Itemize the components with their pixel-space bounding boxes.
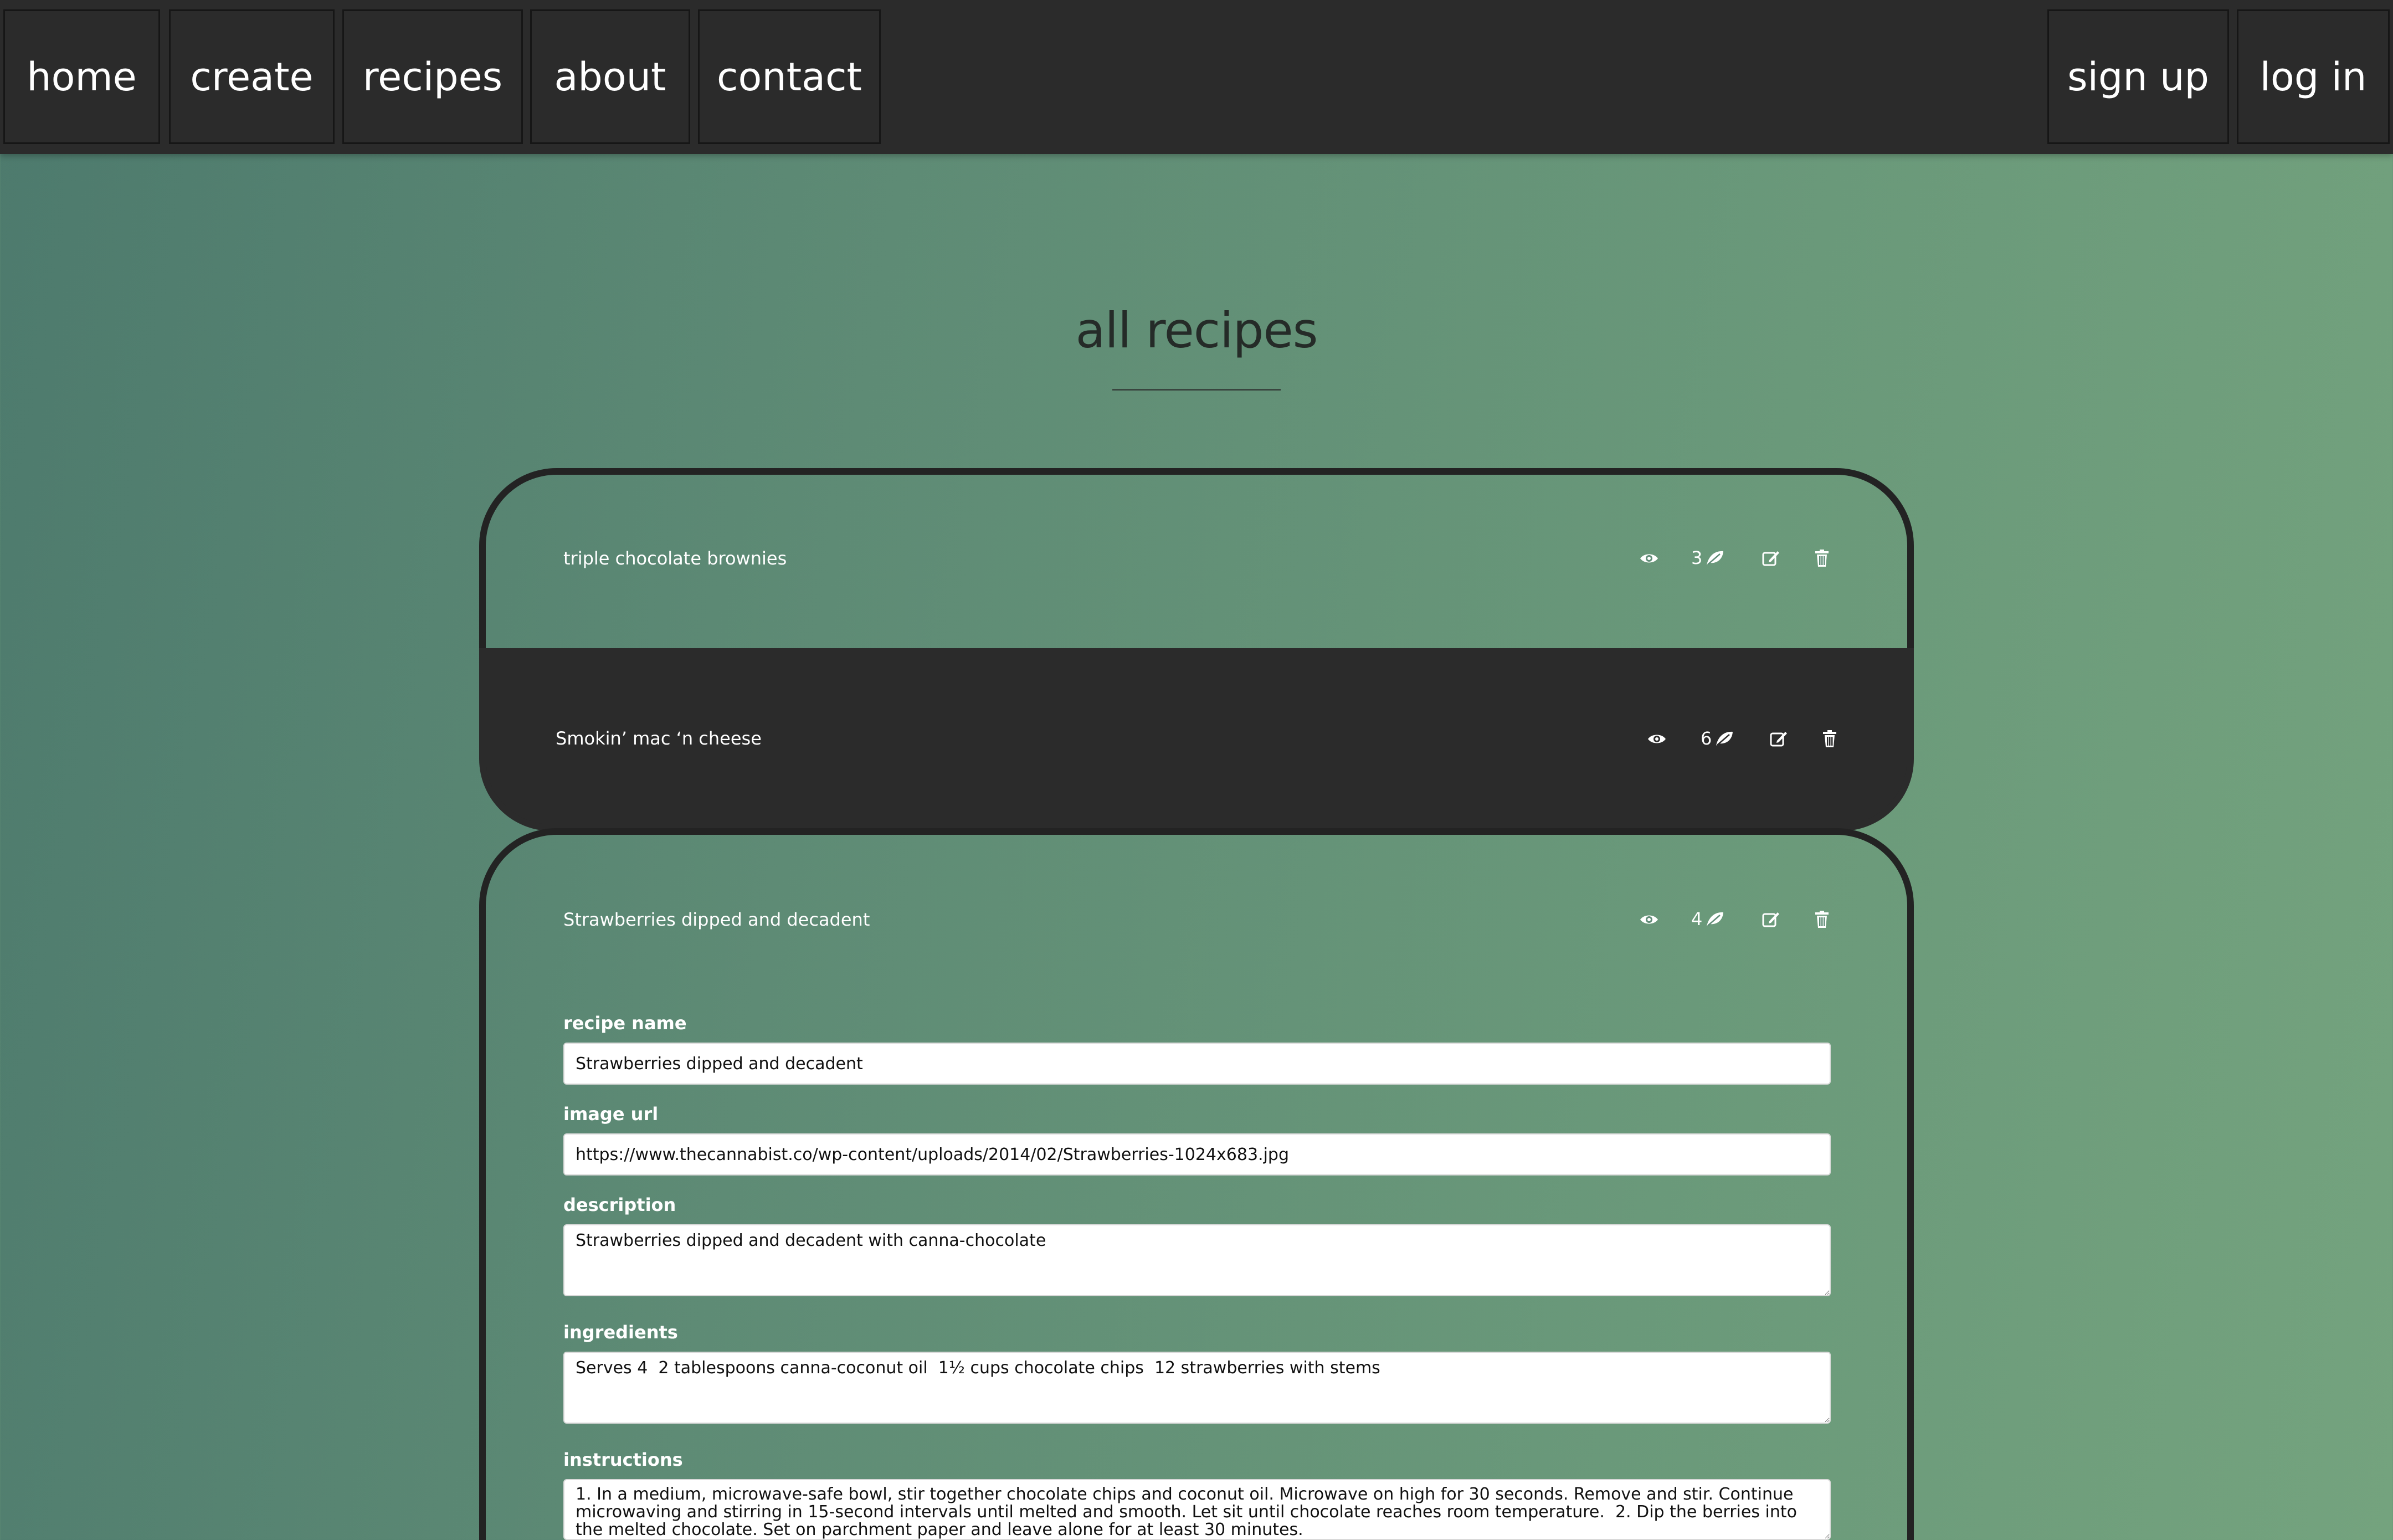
- image-url-input[interactable]: [563, 1133, 1831, 1175]
- title-underline: [1112, 389, 1281, 391]
- top-nav: home create recipes about contact sign u…: [0, 0, 2393, 154]
- trash-icon[interactable]: [1820, 728, 1840, 750]
- rating-count: 6: [1701, 728, 1712, 749]
- rating: 6: [1701, 728, 1734, 749]
- edit-icon[interactable]: [1760, 547, 1782, 569]
- rating: 3: [1691, 547, 1724, 568]
- rating: 4: [1691, 908, 1724, 930]
- instructions-textarea[interactable]: 1. In a medium, microwave-safe bowl, sti…: [563, 1479, 1831, 1540]
- eye-icon[interactable]: [1645, 729, 1669, 749]
- nav-home[interactable]: home: [3, 9, 160, 144]
- eye-icon[interactable]: [1637, 548, 1661, 568]
- edit-icon[interactable]: [1768, 728, 1790, 750]
- rating-count: 3: [1691, 547, 1703, 568]
- recipe-name-input[interactable]: [563, 1043, 1831, 1085]
- recipe-card-expanded: [479, 828, 1914, 1540]
- trash-icon[interactable]: [1812, 908, 1832, 931]
- recipe-name[interactable]: Strawberries dipped and decadent: [563, 909, 870, 930]
- edit-icon[interactable]: [1760, 908, 1782, 931]
- trash-icon[interactable]: [1812, 547, 1832, 569]
- nav-contact[interactable]: contact: [698, 9, 881, 144]
- nav-create[interactable]: create: [169, 9, 335, 144]
- nav-sign-up[interactable]: sign up: [2047, 9, 2229, 144]
- leaf-icon: [1706, 911, 1724, 927]
- nav-log-in[interactable]: log in: [2237, 9, 2390, 144]
- leaf-icon: [1715, 730, 1734, 747]
- page-title: all recipes: [1075, 302, 1318, 359]
- description-textarea[interactable]: Strawberries dipped and decadent with ca…: [563, 1224, 1831, 1296]
- rating-count: 4: [1691, 908, 1703, 930]
- nav-recipes[interactable]: recipes: [342, 9, 523, 144]
- instructions-label: instructions: [563, 1449, 683, 1470]
- eye-icon[interactable]: [1637, 910, 1661, 930]
- recipe-name-label: recipe name: [563, 1013, 687, 1034]
- recipe-name[interactable]: triple chocolate brownies: [563, 548, 787, 569]
- leaf-icon: [1706, 550, 1724, 566]
- ingredients-textarea[interactable]: Serves 4 2 tablespoons canna-coconut oil…: [563, 1352, 1831, 1424]
- image-url-label: image url: [563, 1103, 659, 1125]
- nav-about[interactable]: about: [530, 9, 690, 144]
- ingredients-label: ingredients: [563, 1322, 678, 1343]
- recipe-name[interactable]: Smokin’ mac ‘n cheese: [556, 728, 762, 749]
- description-label: description: [563, 1194, 676, 1215]
